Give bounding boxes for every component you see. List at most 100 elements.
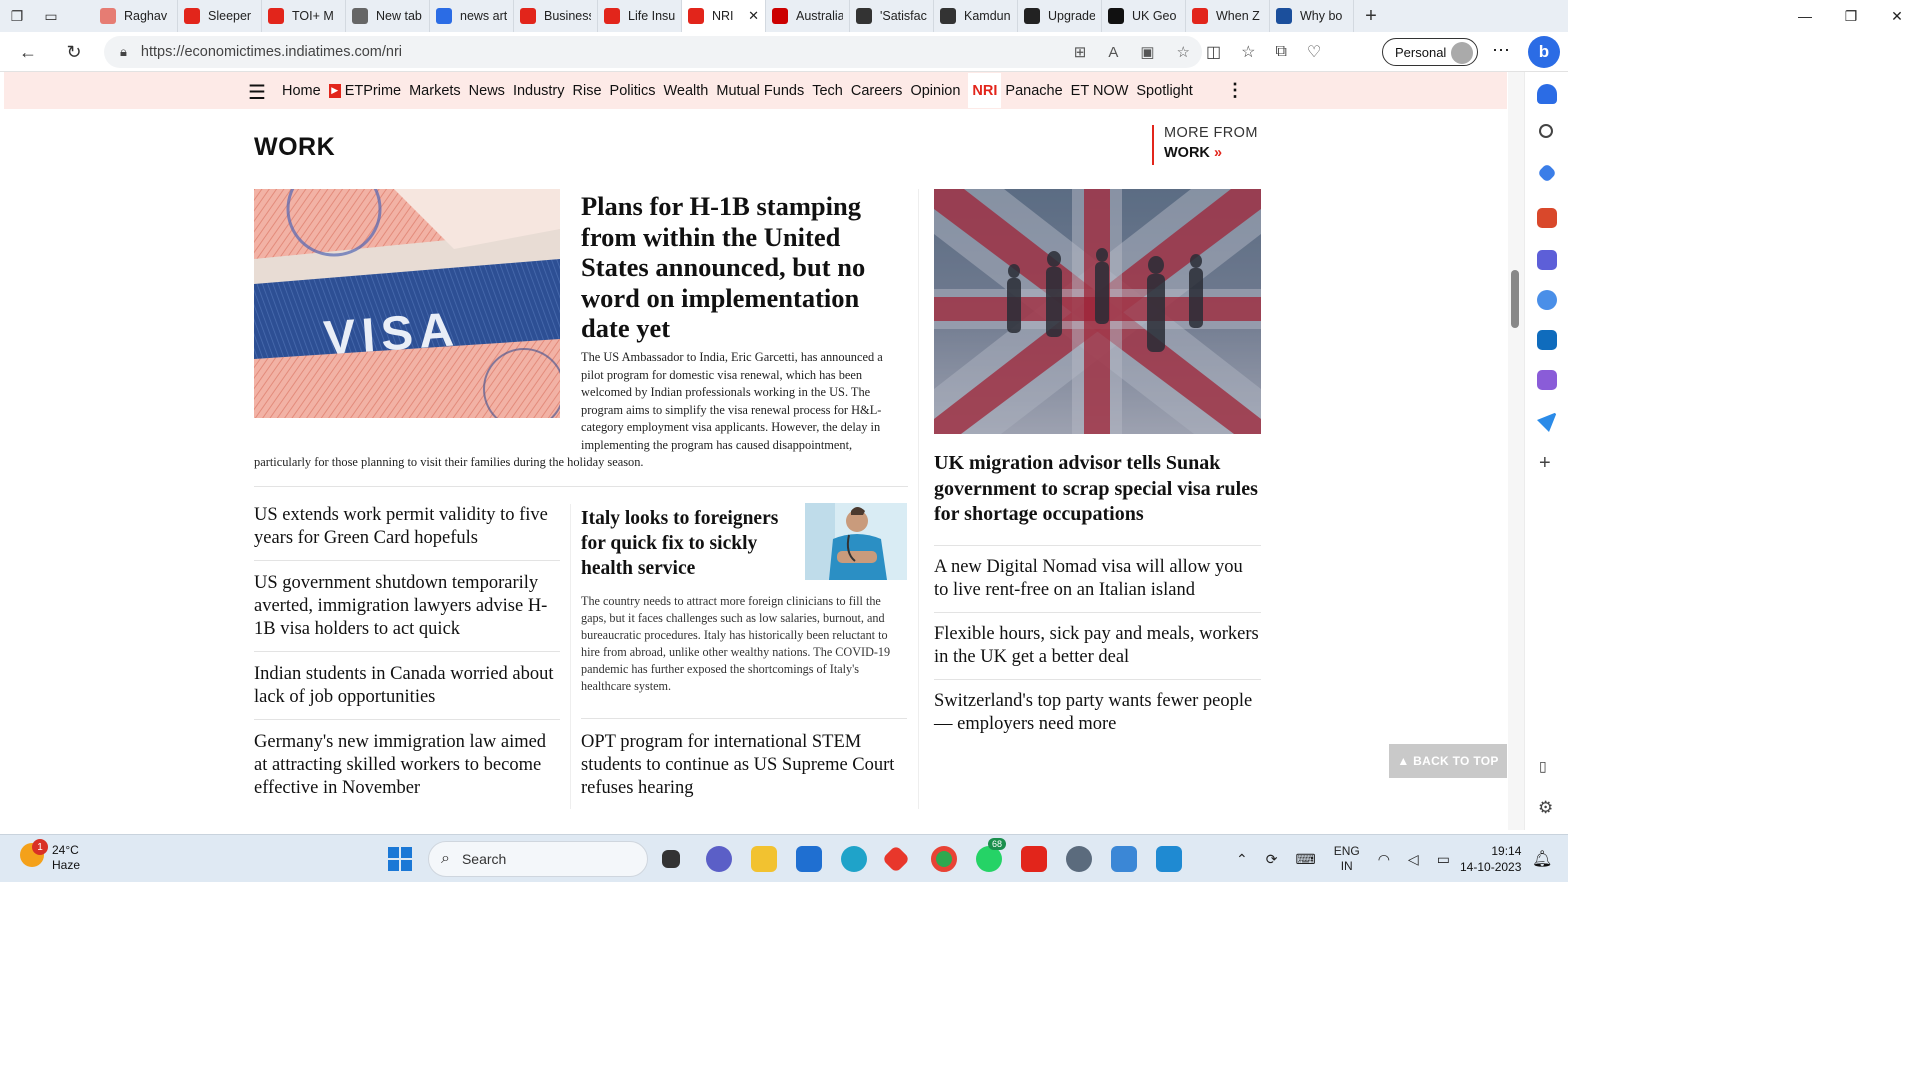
browser-tab[interactable]: news art	[430, 0, 514, 32]
headline-link[interactable]: Indian students in Canada worried about …	[254, 663, 560, 720]
browser-tab[interactable]: Kamdun	[934, 0, 1018, 32]
restore-button[interactable]: ❐	[1828, 0, 1874, 32]
refresh-button[interactable]: ↻	[52, 32, 96, 72]
sync-icon[interactable]: ⟳	[1266, 851, 1278, 868]
nav-item-industry[interactable]: Industry	[513, 83, 565, 99]
teams-chat-icon[interactable]	[706, 846, 732, 872]
headline-link[interactable]: Switzerland's top party wants fewer peop…	[934, 679, 1261, 746]
task-view-icon[interactable]	[662, 850, 680, 868]
nav-more-icon[interactable]: ⋮	[1226, 80, 1244, 101]
nav-item-spotlight[interactable]: Spotlight	[1136, 83, 1192, 99]
back-to-top-button[interactable]: ▲ BACK TO TOP	[1389, 744, 1507, 778]
headline-link[interactable]: OPT program for international STEM stude…	[581, 731, 907, 800]
browser-tab[interactable]: UK Geo	[1102, 0, 1186, 32]
right-story-headline[interactable]: UK migration advisor tells Sunak governm…	[934, 451, 1261, 528]
browser-tab[interactable]: Upgrade	[1018, 0, 1102, 32]
new-tab-button[interactable]: +	[1354, 0, 1388, 32]
add-sidebar-app-icon[interactable]: +	[1539, 452, 1551, 475]
browser-tab[interactable]: Australia	[766, 0, 850, 32]
nav-item-home[interactable]: Home	[282, 83, 321, 99]
volume-icon[interactable]: ◁	[1408, 851, 1419, 868]
keyboard-icon[interactable]: ⌨	[1295, 851, 1315, 868]
browser-tab[interactable]: Life Insu	[598, 0, 682, 32]
headline-link[interactable]: US extends work permit validity to five …	[254, 504, 560, 561]
page-scrollbar[interactable]	[1508, 72, 1524, 830]
nav-item-panache[interactable]: Panache	[1005, 83, 1062, 99]
headline-link[interactable]: A new Digital Nomad visa will allow you …	[934, 545, 1261, 612]
browser-tab[interactable]: New tab	[346, 0, 430, 32]
browser-tab[interactable]: TOI+ M	[262, 0, 346, 32]
notifications-bell-icon[interactable]	[1537, 84, 1557, 104]
edge-browser-icon[interactable]	[841, 846, 867, 872]
browser-tab[interactable]: Business	[514, 0, 598, 32]
read-aloud-icon[interactable]: A	[1108, 44, 1118, 61]
language-indicator[interactable]: ENG IN	[1334, 844, 1360, 874]
workspaces-icon[interactable]: ❐	[0, 0, 34, 32]
back-button[interactable]: ←	[6, 32, 50, 72]
office-icon[interactable]	[881, 844, 911, 874]
clock[interactable]: 19:14 14-10-2023	[1460, 843, 1521, 875]
nav-item-mutual-funds[interactable]: Mutual Funds	[716, 83, 804, 99]
nav-item-news[interactable]: News	[469, 83, 505, 99]
settings-gear-icon[interactable]: ⚙	[1538, 798, 1553, 818]
scrollbar-thumb[interactable]	[1511, 270, 1519, 328]
close-tab-icon[interactable]: ✕	[748, 8, 759, 24]
headline-link[interactable]: Germany's new immigration law aimed at a…	[254, 731, 560, 810]
favorite-star-icon[interactable]: ☆	[1177, 43, 1190, 61]
url-field[interactable]: 🔒︎ https://economictimes.indiatimes.com/…	[104, 36, 1202, 68]
nav-item-tech[interactable]: Tech	[812, 83, 843, 99]
acrobat-icon[interactable]	[1021, 846, 1047, 872]
headline-link[interactable]: Flexible hours, sick pay and meals, work…	[934, 612, 1261, 679]
mid-story-headline[interactable]: Italy looks to foreigners for quick fix …	[581, 506, 799, 581]
hamburger-menu-icon[interactable]: ☰	[248, 80, 266, 105]
notepad-icon[interactable]	[1111, 846, 1137, 872]
mid-story-image[interactable]	[805, 503, 907, 580]
nav-item-nri[interactable]: NRI	[968, 73, 1002, 108]
browser-tab[interactable]: NRI ✕	[682, 0, 766, 32]
close-window-button[interactable]: ✕	[1874, 0, 1920, 32]
hide-sidebar-icon[interactable]: ▯	[1539, 758, 1547, 775]
microsoft-365-icon[interactable]	[1537, 290, 1557, 310]
browser-tab[interactable]: Raghav	[94, 0, 178, 32]
collections-icon[interactable]: ⧉	[1275, 43, 1286, 61]
wifi-icon[interactable]: ◠	[1378, 851, 1390, 868]
more-options-icon[interactable]: ⋯	[1492, 40, 1510, 61]
more-from-link[interactable]: MORE FROM WORK »	[1152, 125, 1258, 165]
shopping-tag-icon[interactable]	[1537, 163, 1557, 183]
browser-tab[interactable]: Sleeper	[178, 0, 262, 32]
apps-icon[interactable]: ⊞	[1074, 43, 1087, 61]
chevron-up-icon[interactable]: ⌃	[1236, 851, 1248, 868]
browser-essentials-icon[interactable]: ♡	[1307, 42, 1321, 62]
tab-actions-icon[interactable]: ▭	[34, 0, 68, 32]
search-icon[interactable]	[1539, 124, 1553, 138]
file-explorer-icon[interactable]	[751, 846, 777, 872]
start-button[interactable]	[388, 847, 412, 871]
chrome-icon[interactable]	[931, 846, 957, 872]
headline-link[interactable]: US government shutdown temporarily avert…	[254, 572, 560, 652]
immersive-reader-icon[interactable]: ▣	[1140, 43, 1154, 61]
right-story-image[interactable]	[934, 189, 1261, 434]
profile-button[interactable]: Personal	[1382, 38, 1478, 66]
settings-icon[interactable]	[1066, 846, 1092, 872]
nav-item-et-now[interactable]: ET NOW	[1071, 83, 1129, 99]
taskbar-search[interactable]: ⌕ Search	[428, 841, 648, 877]
browser-tab[interactable]: 'Satisfac	[850, 0, 934, 32]
battery-icon[interactable]: ▭	[1437, 851, 1450, 868]
minimize-button[interactable]: —	[1782, 0, 1828, 32]
lead-headline[interactable]: Plans for H-1B stamping from within the …	[581, 191, 901, 344]
vscode-icon[interactable]	[1156, 846, 1182, 872]
nav-item-politics[interactable]: Politics	[610, 83, 656, 99]
favorites-icon[interactable]: ☆	[1241, 42, 1255, 62]
browser-tab[interactable]: Why bo	[1270, 0, 1354, 32]
nav-item-etprime[interactable]: ▶ ETPrime	[328, 83, 401, 99]
weather-widget[interactable]: 1 24°C Haze	[20, 839, 80, 873]
browser-tab[interactable]: When Z	[1186, 0, 1270, 32]
designer-icon[interactable]	[1537, 370, 1557, 390]
nav-item-opinion[interactable]: Opinion	[910, 83, 960, 99]
nav-item-rise[interactable]: Rise	[573, 83, 602, 99]
tools-icon[interactable]	[1537, 208, 1557, 228]
nav-item-markets[interactable]: Markets	[409, 83, 461, 99]
send-icon[interactable]	[1537, 412, 1557, 432]
nav-item-careers[interactable]: Careers	[851, 83, 903, 99]
outlook-icon[interactable]	[1537, 330, 1557, 350]
